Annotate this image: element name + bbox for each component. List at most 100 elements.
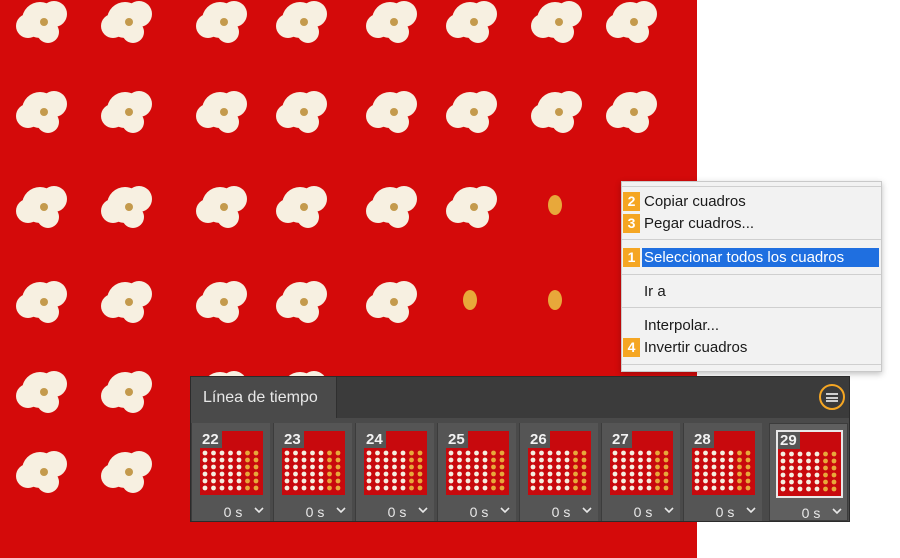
frame-delay[interactable]: 0 s xyxy=(300,504,330,520)
thumbnail-dot xyxy=(219,464,225,470)
thumbnail-dot xyxy=(310,478,315,484)
popcorn-piece xyxy=(16,281,67,323)
thumbnail-dot xyxy=(211,457,216,463)
timeline-header: Línea de tiempo xyxy=(191,377,849,418)
thumbnail-dot xyxy=(400,457,406,463)
thumbnail-dot xyxy=(814,465,820,471)
thumbnail-dot xyxy=(694,464,700,470)
thumbnail-dot xyxy=(806,451,811,457)
thumbnail-dot xyxy=(564,464,570,470)
thumbnail-dot xyxy=(564,485,570,491)
thumbnail-dot xyxy=(335,457,341,463)
thumbnail-dot xyxy=(228,478,233,484)
thumbnail-dot xyxy=(457,471,462,477)
thumbnail-dot xyxy=(655,478,660,484)
thumbnail-dot xyxy=(383,478,389,484)
thumbnail-dot xyxy=(737,450,742,456)
popcorn-piece xyxy=(606,91,657,133)
thumbnail-dot xyxy=(797,451,803,457)
thumbnail-dot xyxy=(629,471,635,477)
frame-number: 28 xyxy=(692,431,714,448)
thumbnail-dot xyxy=(202,464,208,470)
frame-delay[interactable]: 0 s xyxy=(796,505,826,521)
panel-menu-icon[interactable] xyxy=(819,384,845,410)
thumbnail-dot xyxy=(375,457,380,463)
step-badge: 3 xyxy=(623,214,640,233)
thumbnail-dot xyxy=(530,478,536,484)
thumbnail-dot xyxy=(720,457,725,463)
thumbnail-dot xyxy=(655,471,660,477)
thumbnail-dot xyxy=(711,478,717,484)
thumbnail-dot xyxy=(530,485,536,491)
frame-22[interactable]: 22 0 s xyxy=(191,423,270,521)
thumbnail-dot xyxy=(745,450,751,456)
chevron-down-icon[interactable] xyxy=(746,505,756,515)
thumbnail-dot xyxy=(789,451,794,457)
thumbnail-dot xyxy=(806,479,811,485)
thumbnail-dot xyxy=(409,471,414,477)
chevron-down-icon[interactable] xyxy=(500,505,510,515)
menu-item-select-all-frames[interactable]: Seleccionar todos los cuadros xyxy=(642,248,879,267)
thumbnail-dot xyxy=(301,464,307,470)
frame-delay[interactable]: 0 s xyxy=(218,504,248,520)
thumbnail-dot xyxy=(219,471,225,477)
thumbnail-dot xyxy=(228,450,233,456)
thumbnail-dot xyxy=(745,471,751,477)
menu-separator xyxy=(622,307,881,308)
menu-item-tween[interactable]: Interpolar... xyxy=(622,316,881,335)
menu-item-copy-frames[interactable]: Copiar cuadros xyxy=(622,192,881,211)
thumbnail-dot xyxy=(202,471,208,477)
frame-delay[interactable]: 0 s xyxy=(464,504,494,520)
frame-25[interactable]: 25 0 s xyxy=(437,423,516,521)
frame-29[interactable]: 29 0 s xyxy=(769,423,848,521)
popcorn-piece xyxy=(101,371,152,413)
thumbnail-dot xyxy=(780,451,786,457)
thumbnail-dot xyxy=(806,486,811,492)
popcorn-piece xyxy=(276,281,327,323)
thumbnail-dot xyxy=(789,465,794,471)
hamburger-icon xyxy=(826,393,838,402)
frame-delay[interactable]: 0 s xyxy=(546,504,576,520)
frame-delay[interactable]: 0 s xyxy=(382,504,412,520)
thumbnail-dot xyxy=(211,464,216,470)
thumbnail-dot xyxy=(327,478,332,484)
frame-delay[interactable]: 0 s xyxy=(628,504,658,520)
frame-23[interactable]: 23 0 s xyxy=(273,423,352,521)
thumbnail-dot xyxy=(253,485,259,491)
thumbnail-dot xyxy=(612,450,618,456)
thumbnail-dot xyxy=(720,464,725,470)
frame-27[interactable]: 27 0 s xyxy=(601,423,680,521)
thumbnail-dot xyxy=(293,464,298,470)
thumbnail-dot xyxy=(392,450,397,456)
frame-delay[interactable]: 0 s xyxy=(710,504,740,520)
chevron-down-icon[interactable] xyxy=(336,505,346,515)
thumbnail-dot xyxy=(245,485,250,491)
thumbnail-dot xyxy=(301,485,307,491)
thumbnail-dot xyxy=(335,464,341,470)
thumbnail-dot xyxy=(202,478,208,484)
tab-timeline[interactable]: Línea de tiempo xyxy=(191,377,337,418)
thumbnail-dot xyxy=(327,464,332,470)
thumbnail-dot xyxy=(806,465,811,471)
thumbnail-dot xyxy=(284,450,290,456)
popcorn-piece xyxy=(101,91,152,133)
chevron-down-icon[interactable] xyxy=(582,505,592,515)
menu-item-go-to[interactable]: Ir a xyxy=(622,282,881,301)
menu-item-paste-frames[interactable]: Pegar cuadros... xyxy=(622,214,881,233)
menu-separator xyxy=(622,364,881,365)
chevron-down-icon[interactable] xyxy=(832,506,842,516)
chevron-down-icon[interactable] xyxy=(418,505,428,515)
popcorn-piece xyxy=(446,186,497,228)
frame-24[interactable]: 24 0 s xyxy=(355,423,434,521)
thumbnail-dot xyxy=(629,457,635,463)
chevron-down-icon[interactable] xyxy=(254,505,264,515)
thumbnail-dot xyxy=(831,458,837,464)
menu-item-reverse-frames[interactable]: Invertir cuadros xyxy=(622,338,881,357)
chevron-down-icon[interactable] xyxy=(664,505,674,515)
thumbnail-dot xyxy=(236,485,242,491)
thumbnail-dot xyxy=(539,485,544,491)
thumbnail-dot xyxy=(638,457,643,463)
frame-26[interactable]: 26 0 s xyxy=(519,423,598,521)
frame-28[interactable]: 28 0 s xyxy=(683,423,762,521)
thumbnail-dot xyxy=(814,451,820,457)
